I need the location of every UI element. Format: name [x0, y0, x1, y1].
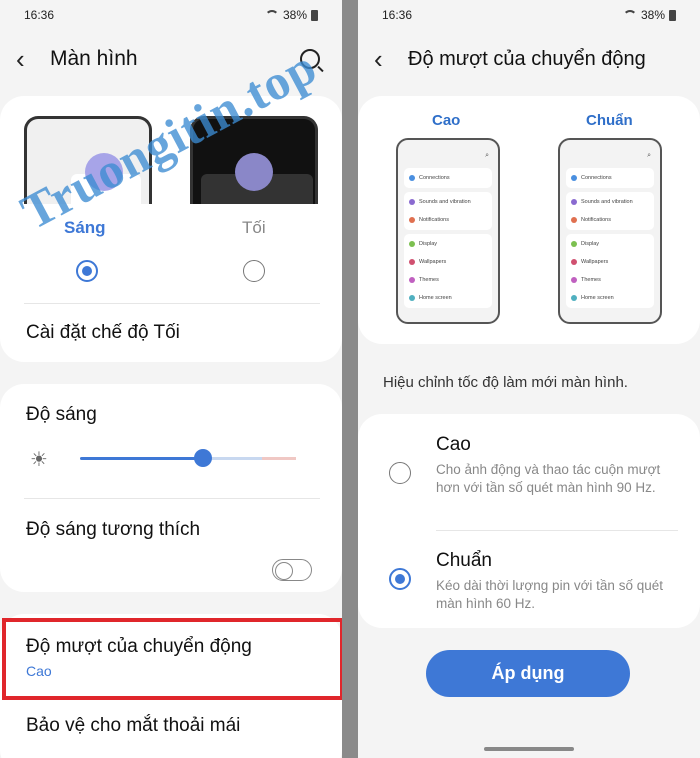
brightness-label: Độ sáng: [26, 404, 97, 425]
adaptive-brightness-toggle[interactable]: [272, 559, 312, 581]
option-standard-radio[interactable]: [389, 568, 411, 590]
battery-icon: [669, 9, 676, 21]
page-title: Độ mượt của chuyển động: [408, 47, 646, 70]
preview-high-label: Cao: [432, 112, 461, 129]
battery-percent: 38%: [640, 8, 665, 22]
status-time: 16:36: [24, 8, 55, 22]
battery-icon: [311, 9, 318, 21]
eye-comfort-item[interactable]: Bảo vệ cho mắt thoải mái: [26, 715, 240, 737]
nav-handle: [484, 747, 574, 751]
preview-phone-high: ⌕ Connections Sounds and vibration Notifi…: [396, 138, 500, 324]
option-high-title[interactable]: Cao: [436, 434, 471, 456]
motion-smoothness-value: Cao: [26, 663, 52, 679]
wifi-icon: [622, 10, 637, 20]
status-time: 16:36: [382, 8, 413, 22]
dark-mode-settings-item[interactable]: Cài đặt chế độ Tối: [26, 322, 180, 344]
dark-theme-radio[interactable]: [243, 260, 265, 282]
preview-standard-label: Chuẩn: [586, 112, 633, 129]
option-high-desc: Cho ảnh động và thao tác cuộn mượt hơn v…: [436, 462, 661, 495]
back-arrow-icon[interactable]: ‹: [16, 46, 50, 72]
option-high-radio[interactable]: [389, 462, 411, 484]
status-bar: 16:36 38%: [358, 0, 700, 30]
display-settings-screen: 16:36 38% ‹ Màn hình Sáng Tối Cài đặt ch…: [0, 0, 342, 758]
dark-theme-label: Tối: [242, 218, 266, 237]
back-arrow-icon[interactable]: ‹: [374, 46, 408, 72]
brightness-slider-thumb[interactable]: [194, 449, 212, 467]
search-icon: ⌕: [485, 152, 489, 159]
app-bar: ‹ Độ mượt của chuyển động: [358, 38, 700, 80]
light-theme-radio[interactable]: [76, 260, 98, 282]
wifi-icon: [264, 10, 279, 20]
apply-button[interactable]: Áp dụng: [426, 650, 630, 697]
option-standard-desc: Kéo dài thời lượng pin với tần số quét m…: [436, 578, 663, 611]
status-bar: 16:36 38%: [0, 0, 342, 30]
motion-smoothness-item[interactable]: Độ mượt của chuyển động: [26, 636, 252, 658]
highlight-box: [2, 618, 342, 700]
battery-percent: 38%: [282, 8, 307, 22]
option-standard-title[interactable]: Chuẩn: [436, 550, 492, 572]
brightness-track-fill: [80, 457, 204, 460]
motion-smoothness-screen: 16:36 38% ‹ Độ mượt của chuyển động Cao …: [358, 0, 700, 758]
search-icon: ⌕: [647, 152, 651, 159]
refresh-rate-hint: Hiệu chỉnh tốc độ làm mới màn hình.: [383, 374, 628, 391]
preview-phone-standard: ⌕ Connections Sounds and vibration Notifi…: [558, 138, 662, 324]
adaptive-brightness-label: Độ sáng tương thích: [26, 519, 201, 540]
sun-icon: ☀: [30, 449, 48, 471]
